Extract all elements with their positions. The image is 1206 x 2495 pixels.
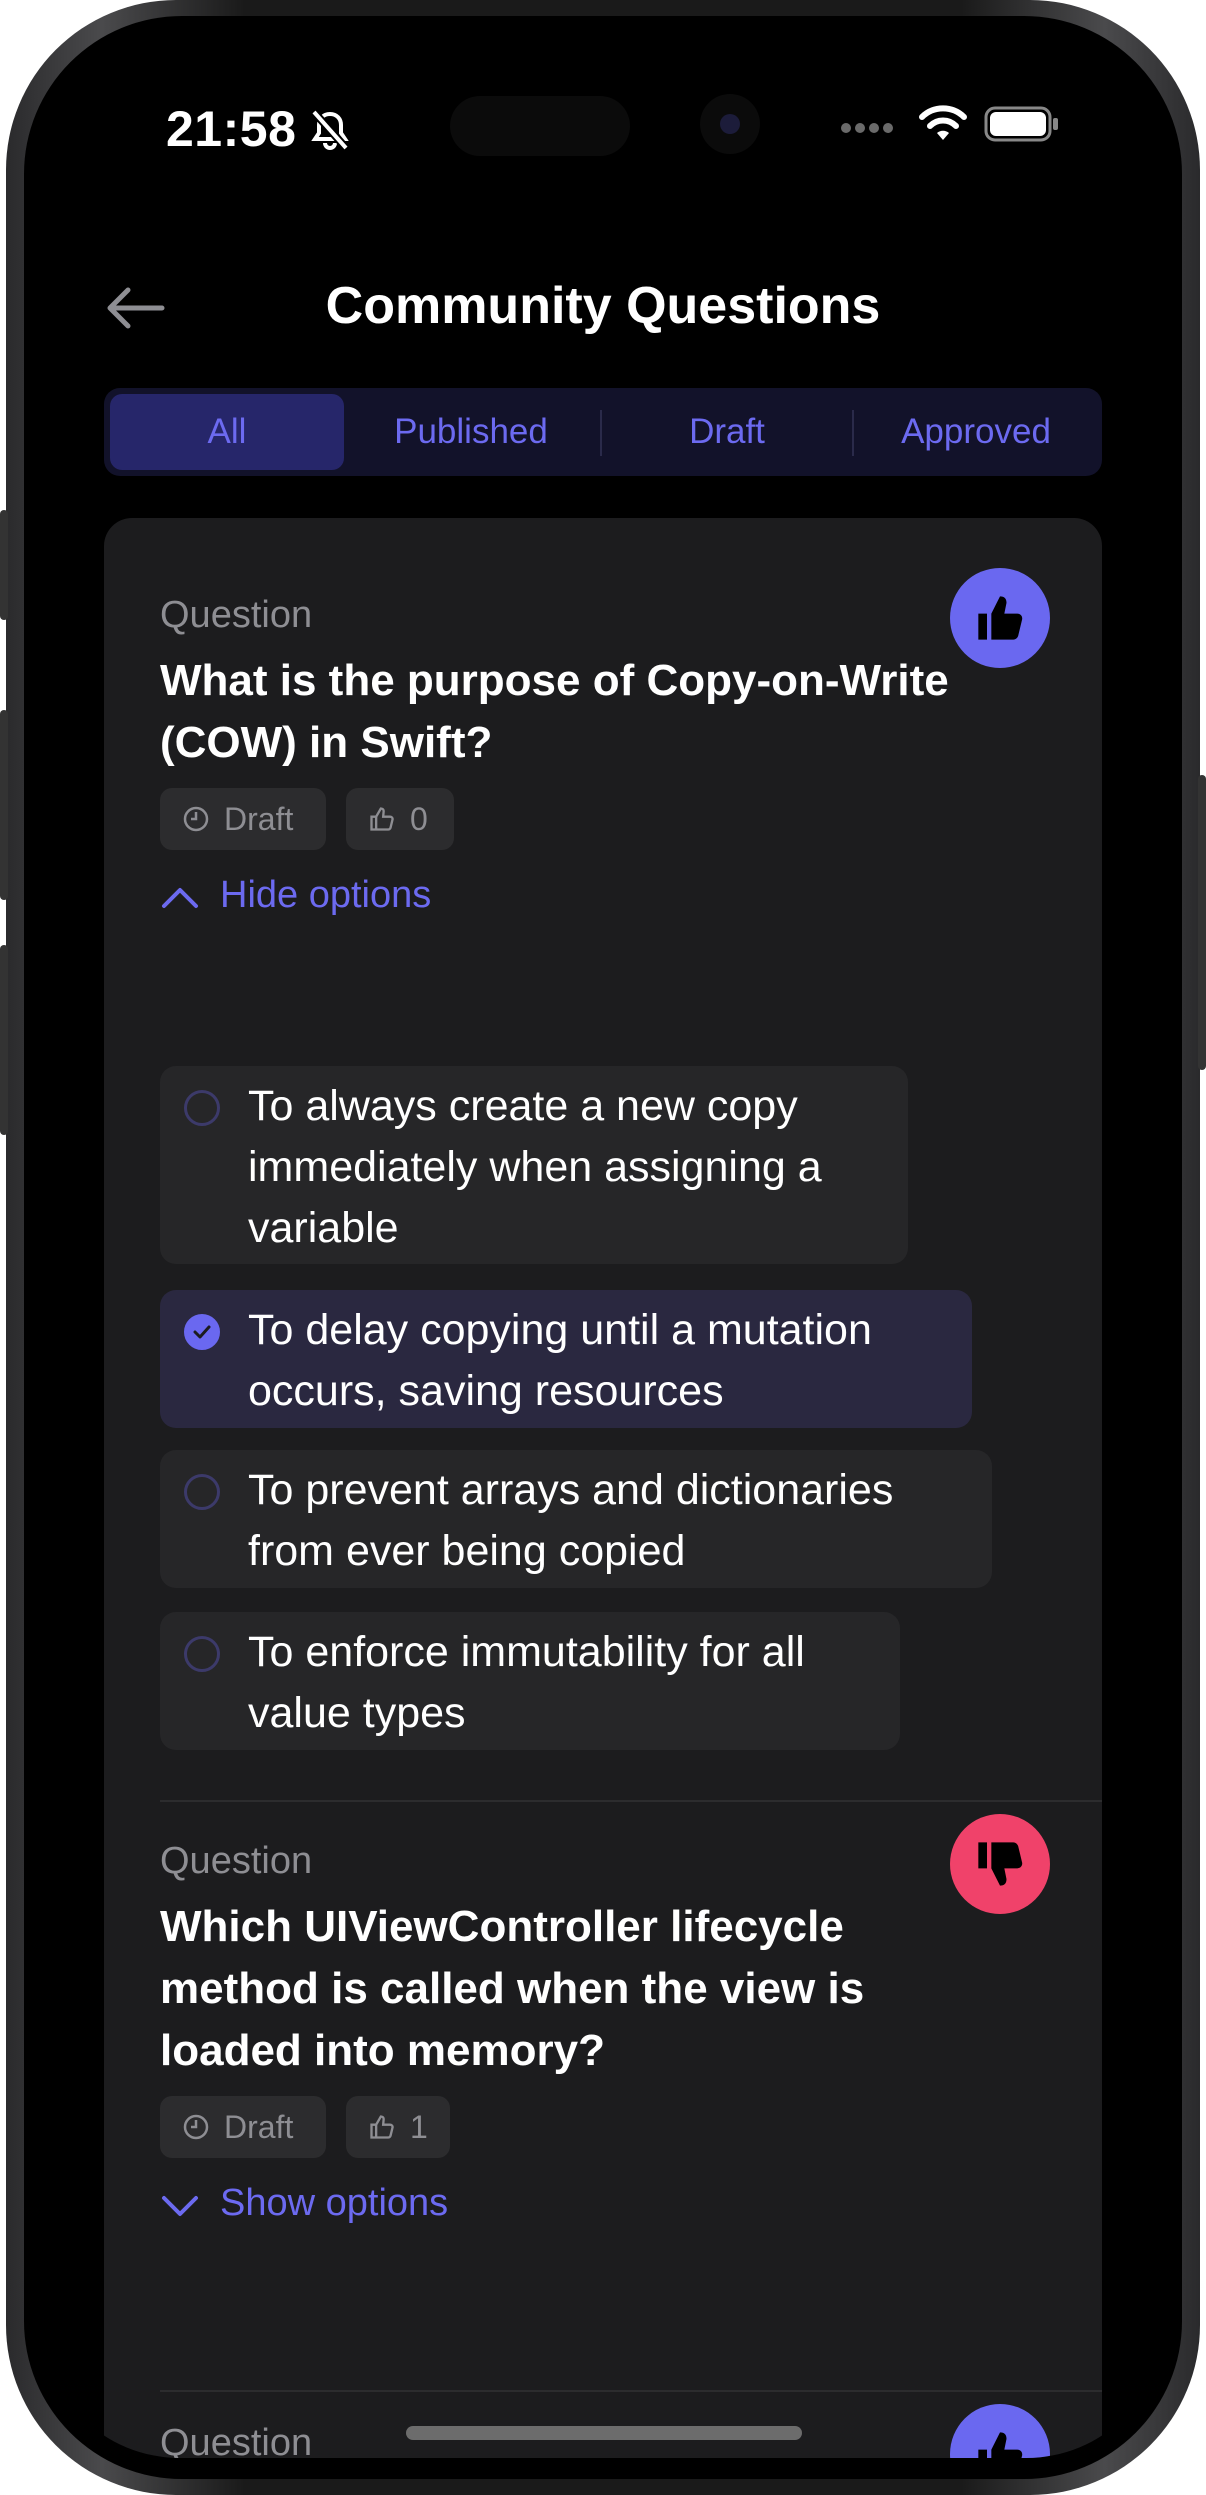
filter-segmented-control: All Published Draft Approved [104, 388, 1102, 476]
option-text-line: To prevent arrays and dictionaries [248, 1466, 894, 1514]
screen: 21:58 Community Questions All Published … [40, 38, 1166, 2458]
option-text-line: To delay copying until a mutation [248, 1306, 872, 1354]
radio-button[interactable] [184, 1474, 220, 1510]
toggle-label: Show options [220, 2182, 449, 2224]
like-button[interactable] [950, 2404, 1050, 2458]
page-title: Community Questions [325, 277, 881, 335]
questions-card: Question What is the purpose of Copy-on-… [104, 518, 1102, 2458]
home-indicator [406, 2426, 802, 2440]
answer-option[interactable]: To prevent arrays and dictionaries from … [160, 1450, 992, 1588]
camera [700, 94, 760, 154]
dynamic-island [450, 96, 630, 156]
question-text: Which UIViewController lifecycle method … [160, 1896, 864, 2082]
status-bar: 21:58 [40, 94, 1166, 160]
status-text: Draft [224, 2109, 294, 2145]
clock-icon [183, 806, 209, 832]
volume-up-button [0, 710, 8, 900]
radio-button[interactable] [184, 1090, 220, 1126]
tab-all[interactable]: All [110, 394, 344, 470]
thumbs-up-icon [978, 596, 1023, 640]
status-time: 21:58 [166, 101, 297, 157]
signal-dots-icon [841, 123, 893, 133]
question-label: Question [160, 594, 313, 636]
question-divider [160, 2390, 1102, 2392]
likes-badge: 1 [346, 2096, 450, 2158]
answer-option-selected[interactable]: To delay copying until a mutation occurs… [160, 1290, 972, 1428]
question-divider [160, 1800, 1102, 1802]
dislike-button[interactable] [950, 1814, 1050, 1914]
option-text-line: from ever being copied [248, 1527, 686, 1575]
option-text-line: To always create a new copy [248, 1082, 798, 1130]
question-text-line: (COW) in Swift? [160, 718, 493, 767]
chevron-down-icon [162, 2196, 198, 2216]
battery-icon [984, 106, 1058, 142]
tab-published[interactable]: Published [344, 394, 598, 470]
navigation-bar: Community Questions [40, 258, 1166, 358]
option-text-line: value types [248, 1689, 466, 1737]
power-button [1198, 775, 1206, 1070]
question-text-line: Which UIViewController lifecycle [160, 1902, 844, 1951]
likes-badge: 0 [346, 788, 454, 850]
status-badge: Draft [160, 788, 326, 850]
bell-slash-icon [311, 109, 349, 151]
thumbs-up-outline-icon [370, 807, 394, 831]
option-text: To enforce immutability for all value ty… [248, 1622, 870, 1744]
tab-draft[interactable]: Draft [602, 394, 852, 470]
status-badge: Draft [160, 2096, 326, 2158]
option-text-line: occurs, saving resources [248, 1367, 724, 1415]
question-text-line: loaded into memory? [160, 2026, 605, 2075]
status-text: Draft [224, 801, 294, 837]
question-text-line: method is called when the view is [160, 1964, 865, 2013]
likes-count: 1 [410, 2109, 428, 2145]
question-text: What is the purpose of Copy-on-Write (CO… [160, 650, 949, 774]
thumbs-up-icon [978, 2432, 1023, 2458]
option-text-line: To enforce immutability for all [248, 1628, 805, 1676]
hide-options-toggle[interactable]: Hide options [160, 874, 480, 924]
radio-button-checked[interactable] [184, 1314, 220, 1350]
wifi-icon [919, 105, 967, 140]
clock-icon [183, 2114, 209, 2140]
likes-count: 0 [410, 801, 428, 837]
option-text: To always create a new copy immediately … [248, 1076, 878, 1259]
volume-down-button [0, 945, 8, 1135]
chevron-up-icon [162, 888, 198, 908]
like-button[interactable] [950, 568, 1050, 668]
option-text: To prevent arrays and dictionaries from … [248, 1460, 962, 1582]
radio-button[interactable] [184, 1636, 220, 1672]
toggle-label: Hide options [220, 874, 432, 916]
thumbs-down-icon [978, 1842, 1023, 1886]
action-button [0, 510, 8, 620]
option-text: To delay copying until a mutation occurs… [248, 1300, 942, 1422]
show-options-toggle[interactable]: Show options [160, 2182, 500, 2232]
answer-option[interactable]: To enforce immutability for all value ty… [160, 1612, 900, 1750]
question-text-line: What is the purpose of Copy-on-Write [160, 656, 949, 705]
option-text-line: immediately when assigning a [248, 1143, 822, 1191]
option-text-line: variable [248, 1204, 399, 1252]
thumbs-up-outline-icon [370, 2115, 394, 2139]
answer-option[interactable]: To always create a new copy immediately … [160, 1066, 908, 1264]
tab-approved[interactable]: Approved [854, 394, 1098, 470]
checkmark-icon [193, 1325, 211, 1339]
question-label: Question [160, 1840, 313, 1882]
question-label: Question [160, 2422, 313, 2458]
